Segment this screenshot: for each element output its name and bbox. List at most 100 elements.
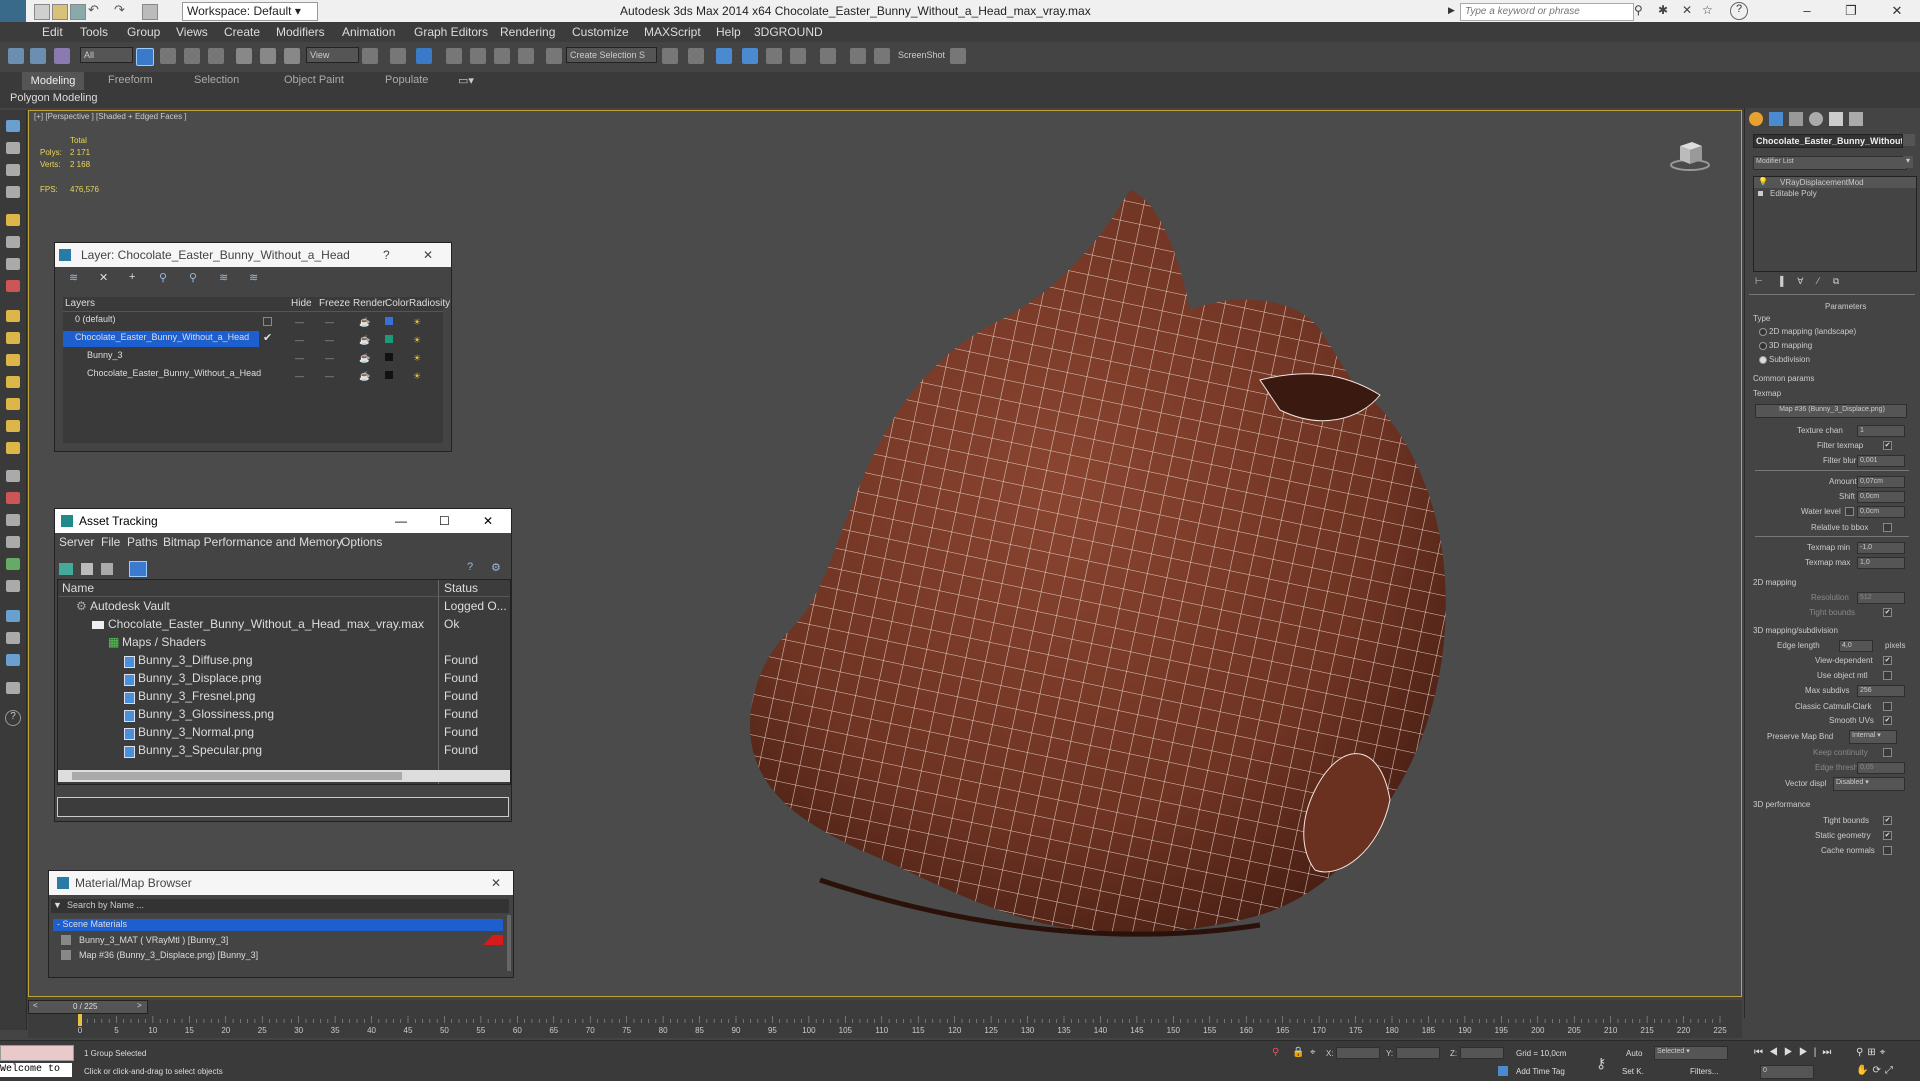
stack-tools-row[interactable]: ⊢▐∀⁄⧉: [1755, 276, 1895, 288]
asset-row[interactable]: Bunny_3_Displace.png Found: [58, 670, 510, 688]
auto-key-button[interactable]: Auto: [1626, 1049, 1642, 1058]
viewport-label[interactable]: [+] [Perspective ] [Shaded + Edged Faces…: [34, 112, 187, 121]
layer-col-color[interactable]: Color: [385, 298, 409, 309]
water-level-input[interactable]: 0,0cm: [1857, 506, 1905, 518]
space-warps-icon[interactable]: [6, 236, 20, 248]
asset-row[interactable]: ⚙ Autodesk Vault Logged O...: [58, 598, 510, 616]
texmap-button[interactable]: Map #36 (Bunny_3_Displace.png): [1755, 404, 1907, 418]
menu-graph-editors[interactable]: Graph Editors: [414, 25, 488, 39]
cylinder-primitive-icon[interactable]: [6, 354, 20, 366]
workspace-dropdown[interactable]: Workspace: Default ▾: [182, 2, 318, 21]
link-icon[interactable]: [8, 48, 24, 64]
select-in-layer-icon[interactable]: ⚲: [159, 271, 167, 284]
menu-rendering[interactable]: Rendering: [500, 25, 555, 39]
absolute-mode-icon[interactable]: ⌖: [1310, 1047, 1316, 1058]
rotate-icon[interactable]: [260, 48, 276, 64]
asset-row[interactable]: Bunny_3_Fresnel.png Found: [58, 688, 510, 706]
bulb-icon[interactable]: 💡: [1758, 177, 1768, 186]
tab-selection[interactable]: Selection: [194, 74, 239, 88]
menu-views[interactable]: Views: [176, 25, 208, 39]
layer-row-selected[interactable]: Chocolate_Easter_Bunny_Without_a_Head: [63, 331, 259, 347]
search-input[interactable]: Type a keyword or phrase: [1460, 3, 1634, 21]
selection-lock-icon[interactable]: 🔒: [1292, 1047, 1304, 1058]
menu-help[interactable]: Help: [716, 25, 741, 39]
asset-help-icon[interactable]: ?: [467, 561, 473, 573]
static-geometry-checkbox[interactable]: ✔: [1883, 831, 1892, 840]
subscription-icon[interactable]: ✱: [1658, 3, 1668, 17]
asset-col-status[interactable]: Status: [444, 581, 478, 595]
strip-help-icon[interactable]: ?: [5, 710, 21, 726]
window-crossing-icon[interactable]: [208, 48, 224, 64]
track-bar[interactable]: 0 5 10 15 20 25 30 35 40 45 50 55 60 65 70 75 80 85 90 95 10…: [66, 1014, 1742, 1036]
highlight-layer-icon[interactable]: ⚲: [189, 271, 197, 284]
playback-controls[interactable]: ⏮◀▶▶|⏭: [1754, 1047, 1837, 1058]
selection-filter-dropdown[interactable]: All: [80, 47, 133, 63]
asset-path-field[interactable]: [57, 797, 509, 817]
minimize-icon[interactable]: –: [1800, 3, 1814, 18]
layer-checkmark-icon[interactable]: ✔: [263, 331, 272, 344]
modifier-unwrap-icon[interactable]: [6, 632, 20, 644]
create-shapes-icon[interactable]: [6, 142, 20, 154]
parameters-header[interactable]: Parameters: [1825, 302, 1866, 311]
use-object-mtl-checkbox[interactable]: [1883, 671, 1892, 680]
modifier-twist-icon[interactable]: [6, 492, 20, 504]
menu-modifiers[interactable]: Modifiers: [276, 25, 325, 39]
modifier-turbosmooth-icon[interactable]: [6, 682, 20, 694]
modifier-uvw-icon[interactable]: [6, 610, 20, 622]
layer-col-hide[interactable]: Hide: [291, 298, 312, 309]
select-manipulate-icon[interactable]: [390, 48, 406, 64]
keyboard-shortcut-icon[interactable]: [416, 48, 432, 64]
asset-row[interactable]: Bunny_3_Diffuse.png Found: [58, 652, 510, 670]
modifier-bend-icon[interactable]: [6, 470, 20, 482]
teapot-primitive-icon[interactable]: [6, 442, 20, 454]
create-lights-icon[interactable]: [6, 164, 20, 176]
viewcube-icon[interactable]: [1670, 138, 1710, 172]
asset-close-icon[interactable]: ✕: [483, 509, 493, 533]
search-options-icon[interactable]: ▼: [53, 900, 62, 910]
asset-settings-icon[interactable]: ⚙: [491, 561, 501, 574]
material-scrollbar[interactable]: [507, 915, 511, 971]
modifier-noise-icon[interactable]: [6, 536, 20, 548]
redo-icon[interactable]: ↷: [114, 2, 125, 18]
percent-snap-icon[interactable]: [494, 48, 510, 64]
set-key-button[interactable]: Set K.: [1622, 1067, 1644, 1076]
classic-catmull-checkbox[interactable]: [1883, 702, 1892, 711]
keep-continuity-checkbox[interactable]: [1883, 748, 1892, 757]
tight-bounds-2d-checkbox[interactable]: ✔: [1883, 608, 1892, 617]
mapping2d-header[interactable]: 2D mapping: [1753, 578, 1796, 587]
modifier-list-arrow-icon[interactable]: ▾: [1903, 156, 1913, 168]
asset-row[interactable]: Bunny_3_Specular.png Found: [58, 742, 510, 760]
hide-all-layers-icon[interactable]: ≋: [219, 271, 228, 284]
texmap-min-input[interactable]: -1,0: [1857, 542, 1905, 554]
named-selection-dropdown[interactable]: Create Selection S: [566, 47, 657, 63]
layer-help-icon[interactable]: ?: [383, 243, 390, 267]
preserve-map-bnd-dropdown[interactable]: Internal ▾: [1849, 730, 1897, 744]
vector-displ-dropdown[interactable]: Disabled ▾: [1833, 777, 1905, 791]
asset-row[interactable]: Bunny_3_Normal.png Found: [58, 724, 510, 742]
time-slider-next-icon[interactable]: >: [137, 1001, 142, 1010]
layer-row[interactable]: Bunny_3: [63, 349, 443, 365]
layer-color-swatch[interactable]: [385, 335, 393, 343]
viewport-nav-controls[interactable]: ⚲⊞⌖: [1856, 1047, 1889, 1058]
add-time-tag[interactable]: Add Time Tag: [1516, 1067, 1565, 1076]
object-name-field[interactable]: Chocolate_Easter_Bunny_Without: [1753, 134, 1903, 148]
perf-tight-bounds-checkbox[interactable]: ✔: [1883, 816, 1892, 825]
key-filters-button[interactable]: Filters...: [1690, 1067, 1718, 1076]
bind-space-warp-icon[interactable]: [54, 48, 70, 64]
modifier-taper-icon[interactable]: [6, 514, 20, 526]
restore-icon[interactable]: ❐: [1844, 3, 1858, 19]
z-coordinate-input[interactable]: [1460, 1047, 1504, 1059]
cache-normals-checkbox[interactable]: [1883, 846, 1892, 855]
modify-tab-icon[interactable]: [1769, 112, 1783, 126]
mapping3d-header[interactable]: 3D mapping/subdivision: [1753, 626, 1838, 635]
edge-length-input[interactable]: 4,0: [1839, 640, 1873, 652]
modifier-stack-item[interactable]: Editable Poly: [1754, 188, 1916, 199]
asset-minimize-icon[interactable]: —: [395, 509, 407, 533]
smooth-uvs-checkbox[interactable]: ✔: [1883, 716, 1892, 725]
render-toggle-column[interactable]: ☕ ☕ ☕ ☕: [359, 313, 370, 385]
render-icon[interactable]: [950, 48, 966, 64]
pivot-center-icon[interactable]: [362, 48, 378, 64]
layer-row[interactable]: 0 (default): [63, 313, 443, 329]
view-dependent-checkbox[interactable]: ✔: [1883, 656, 1892, 665]
new-file-icon[interactable]: [34, 4, 50, 20]
